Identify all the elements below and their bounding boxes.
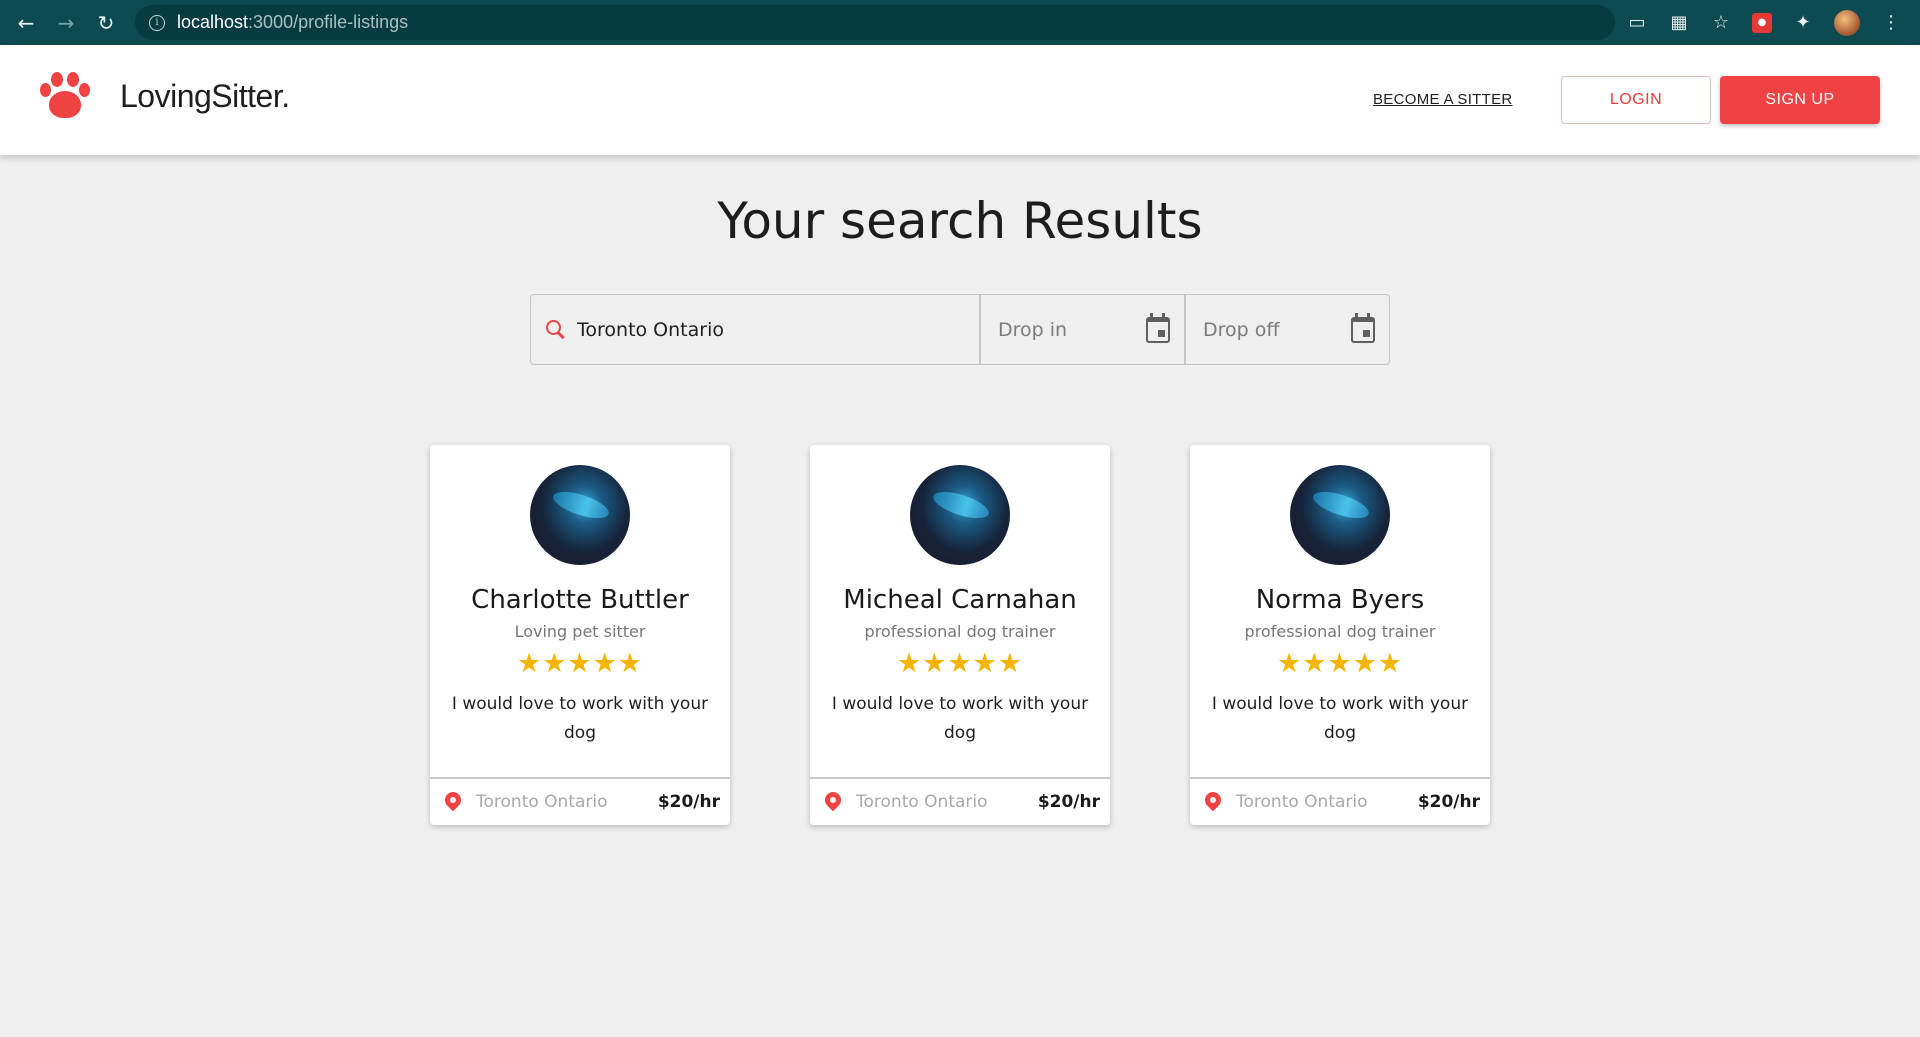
sitter-card[interactable]: Charlotte Buttler Loving pet sitter ★★★★… (430, 445, 730, 825)
card-divider (430, 777, 730, 779)
paw-icon (38, 71, 92, 121)
sitter-title: professional dog trainer (1244, 622, 1436, 641)
calendar-icon[interactable] (1146, 313, 1170, 343)
sitter-location: Toronto Ontario (856, 792, 988, 812)
browser-toolbar: ← → ↻ i localhost:3000/profile-listings … (0, 0, 1920, 45)
url-text[interactable]: localhost:3000/profile-listings (177, 12, 408, 33)
drop-in-date-field[interactable]: Drop in (980, 294, 1185, 365)
sitter-rate: $20/hr (1417, 792, 1480, 812)
sitter-title: professional dog trainer (864, 622, 1056, 641)
address-bar[interactable]: i localhost:3000/profile-listings (135, 5, 1615, 40)
location-pin-icon (821, 788, 845, 812)
sitter-bio: I would love to work with your dog (451, 694, 709, 743)
back-arrow-icon[interactable]: ← (6, 0, 46, 45)
star-rating: ★★★★★ (896, 648, 1024, 679)
sitter-card[interactable]: Micheal Carnahan professional dog traine… (810, 445, 1110, 825)
drop-off-date-field[interactable]: Drop off (1185, 294, 1390, 365)
sitter-avatar (530, 465, 630, 565)
url-host: localhost (177, 12, 249, 32)
sitter-bio: I would love to work with your dog (1211, 694, 1469, 743)
drop-in-placeholder: Drop in (998, 318, 1068, 341)
location-pin-icon (1201, 788, 1225, 812)
sitter-avatar (910, 465, 1010, 565)
location-search-field[interactable] (530, 294, 980, 365)
brand-logo[interactable]: LovingSitter. (38, 71, 290, 121)
extension-icon[interactable]: ● (1752, 12, 1772, 33)
bookmark-star-icon[interactable]: ☆ (1710, 12, 1732, 34)
become-sitter-link[interactable]: BECOME A SITTER (1373, 91, 1513, 108)
star-rating: ★★★★★ (1276, 648, 1404, 679)
location-pin-icon (441, 788, 465, 812)
site-info-icon[interactable]: i (149, 14, 165, 31)
sitter-title: Loving pet sitter (514, 622, 646, 641)
sitter-location: Toronto Ontario (1236, 792, 1368, 812)
cast-icon[interactable]: ▭ (1626, 12, 1648, 34)
card-divider (1190, 777, 1490, 779)
calendar-icon[interactable] (1351, 313, 1375, 343)
card-divider (810, 777, 1110, 779)
brand-name: LovingSitter. (120, 77, 290, 114)
sitter-card[interactable]: Norma Byers professional dog trainer ★★★… (1190, 445, 1490, 825)
login-button[interactable]: LOGIN (1561, 76, 1711, 124)
sitter-bio: I would love to work with your dog (831, 694, 1089, 743)
forward-arrow-icon[interactable]: → (46, 0, 86, 45)
sitter-avatar (1290, 465, 1390, 565)
app-header: LovingSitter. BECOME A SITTER LOGIN SIGN… (0, 45, 1920, 155)
signup-button[interactable]: SIGN UP (1720, 76, 1880, 124)
url-path: :3000/profile-listings (248, 12, 409, 32)
sitter-name: Micheal Carnahan (843, 585, 1077, 615)
sitter-rate: $20/hr (657, 792, 720, 812)
drop-off-placeholder: Drop off (1203, 318, 1280, 341)
reload-icon[interactable]: ↻ (86, 0, 126, 45)
sitter-name: Charlotte Buttler (471, 585, 689, 615)
browser-profile-avatar[interactable] (1834, 9, 1860, 36)
sitter-location: Toronto Ontario (476, 792, 608, 812)
search-icon (545, 319, 567, 341)
page-title: Your search Results (717, 192, 1203, 250)
puzzle-extensions-icon[interactable]: ✦ (1792, 12, 1814, 34)
kebab-menu-icon[interactable]: ⋮ (1880, 12, 1902, 34)
browser-actions: ▭ ▦ ☆ ● ✦ ⋮ (1626, 0, 1902, 45)
location-search-input[interactable] (577, 318, 957, 341)
sitter-rate: $20/hr (1037, 792, 1100, 812)
sitter-name: Norma Byers (1255, 585, 1425, 615)
star-rating: ★★★★★ (516, 648, 644, 679)
qr-code-icon[interactable]: ▦ (1668, 12, 1690, 34)
